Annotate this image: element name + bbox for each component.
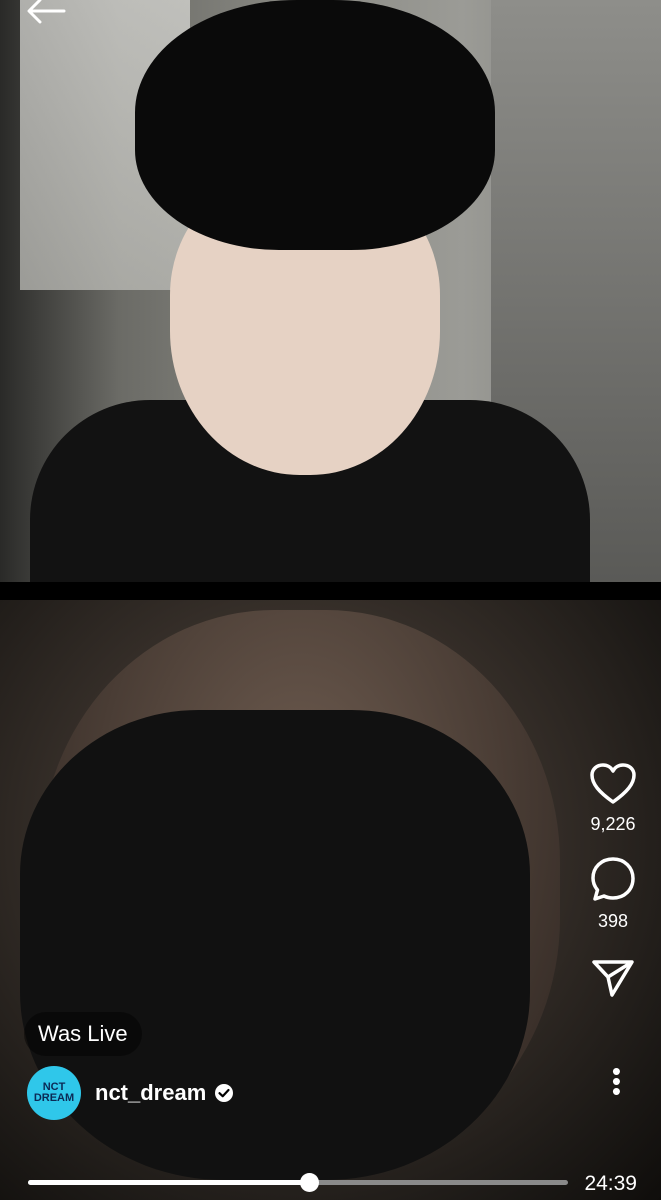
heart-icon: [590, 763, 636, 804]
comment-count: 398: [597, 911, 629, 931]
progress-scrubber[interactable]: [299, 1173, 319, 1192]
more-icon: • • •: [611, 1056, 621, 1106]
back-arrow-icon: [27, 0, 66, 24]
more-options-button[interactable]: • • •: [612, 1058, 621, 1104]
live-status-badge: Was Live: [24, 1012, 142, 1056]
like-count: 9,226: [590, 814, 636, 834]
share-button[interactable]: [583, 958, 643, 998]
playback-time: 24:39: [584, 1172, 637, 1195]
avatar[interactable]: NCT DREAM: [27, 1066, 81, 1120]
playback-progress-bar[interactable]: [28, 1173, 568, 1192]
like-button[interactable]: 9,226: [583, 762, 643, 835]
top-video-panel: [0, 0, 661, 582]
progress-fill: [28, 1180, 309, 1185]
person-hair: [135, 0, 495, 250]
verified-icon: [215, 1084, 234, 1102]
username[interactable]: nct_dream: [95, 1080, 206, 1106]
comment-button[interactable]: 398: [583, 855, 643, 932]
back-button[interactable]: [24, 0, 72, 28]
send-icon: [592, 960, 634, 997]
avatar-logo: NCT DREAM: [33, 1081, 75, 1104]
action-rail: 9,226 398: [583, 762, 643, 1014]
broadcaster-info[interactable]: NCT DREAM nct_dream: [27, 1066, 234, 1120]
comment-icon: [591, 857, 635, 901]
